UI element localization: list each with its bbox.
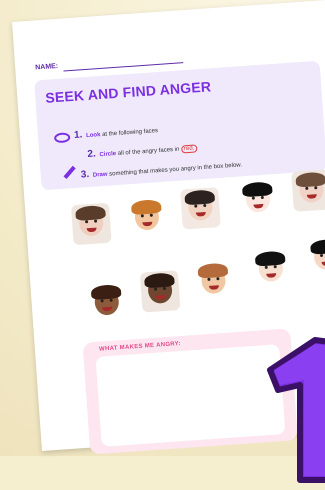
face-6[interactable] (86, 281, 128, 325)
step-1-number: 1. (73, 129, 83, 141)
face-hair (197, 262, 229, 279)
face-hair (143, 272, 175, 289)
face-hair (75, 204, 106, 222)
face-2[interactable] (126, 196, 168, 240)
drawing-area[interactable] (95, 344, 286, 447)
face-hair (184, 189, 216, 206)
face-hair (295, 171, 325, 188)
face-1[interactable] (70, 202, 112, 246)
name-underline (63, 62, 184, 72)
number-one-graphic (267, 337, 325, 483)
face-9[interactable] (250, 248, 292, 291)
face-hair (241, 181, 273, 198)
face-hair (90, 284, 122, 301)
face-10[interactable] (305, 236, 325, 279)
step-3-number: 3. (80, 169, 90, 181)
red-circled-word: red. (180, 144, 198, 154)
step-2-keyword: Circle (99, 151, 117, 159)
face-7[interactable] (139, 270, 181, 313)
face-8[interactable] (193, 260, 234, 303)
face-3[interactable] (180, 187, 221, 230)
faces-grid (70, 169, 325, 343)
face-hair (254, 250, 286, 267)
step-2-number: 2. (87, 148, 97, 161)
step-1-keyword: Look (85, 132, 101, 140)
face-4[interactable] (237, 178, 279, 222)
face-hair (130, 199, 162, 216)
face-5[interactable] (291, 169, 325, 212)
face-hair (309, 238, 325, 255)
name-label: NAME: (35, 62, 59, 72)
step-3-keyword: Draw (92, 171, 108, 179)
